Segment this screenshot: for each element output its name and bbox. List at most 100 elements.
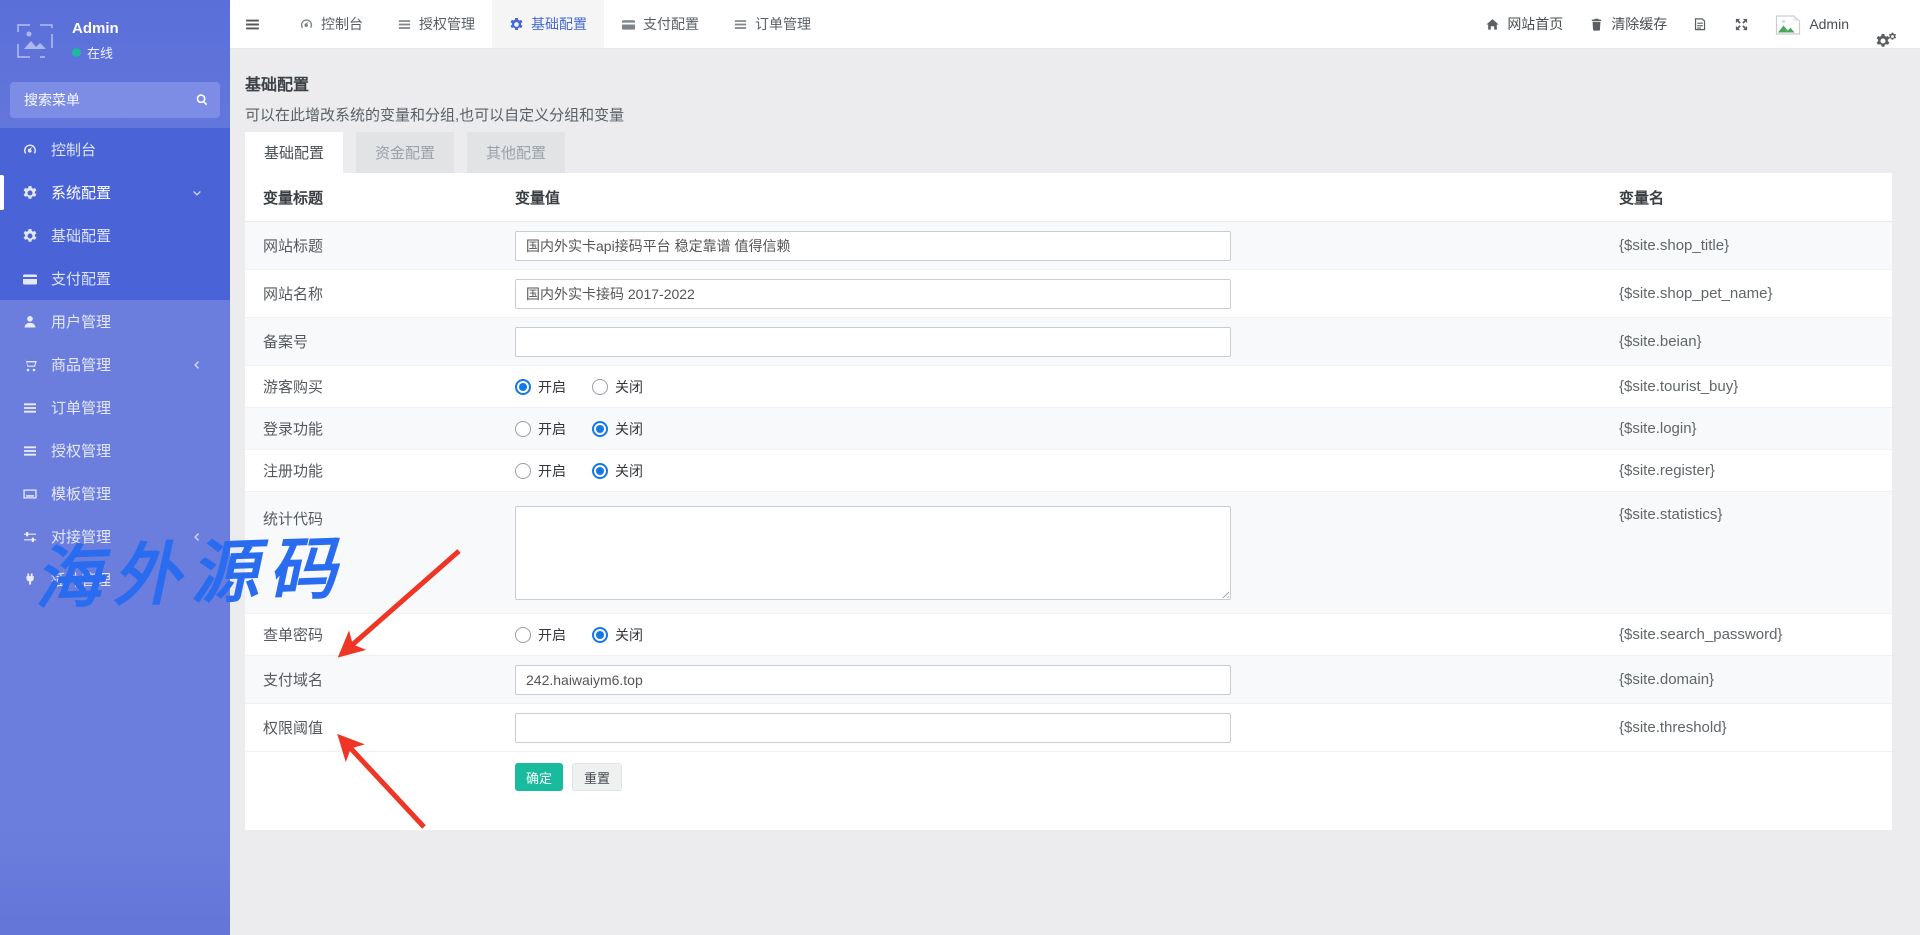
plug-icon <box>22 572 38 588</box>
page-subtitle: 可以在此增改系统的变量和分组,也可以自定义分组和变量 <box>245 104 624 125</box>
sidebar-item-系统配置[interactable]: 系统配置 <box>0 171 230 214</box>
config-tab-资金配置[interactable]: 资金配置 <box>356 132 454 173</box>
nav-tab-控制台[interactable]: 控制台 <box>282 0 380 48</box>
sidebar-item-label: 支付配置 <box>51 268 111 289</box>
radio-button[interactable] <box>515 463 531 479</box>
config-row-登录功能: 登录功能开启 关闭 {$site.login} <box>245 408 1892 450</box>
col-header-title: 变量标题 <box>245 187 515 208</box>
config-row-游客购买: 游客购买开启关闭{$site.tourist_buy} <box>245 366 1892 408</box>
field-input-备案号[interactable] <box>515 327 1231 357</box>
hamburger-icon <box>244 16 261 33</box>
page-title: 基础配置 <box>245 71 624 95</box>
credit-card-icon <box>621 17 636 32</box>
template-icon <box>22 486 38 502</box>
sidebar-item-对接管理[interactable]: 对接管理 <box>0 515 230 558</box>
chevron-left-icon <box>191 531 203 543</box>
radio-option-关闭[interactable]: 关闭 <box>592 461 643 481</box>
variable-name: {$site.shop_pet_name} <box>1619 285 1892 302</box>
list-icon <box>733 17 748 32</box>
field-label: 注册功能 <box>245 460 515 481</box>
radio-dot <box>596 631 604 639</box>
document-check-button[interactable] <box>1680 0 1721 49</box>
radio-option-关闭[interactable]: 关闭 <box>592 625 643 645</box>
radio-option-关闭[interactable]: 关闭 <box>592 419 643 439</box>
radio-button[interactable] <box>515 379 531 395</box>
site-home-link[interactable]: 网站首页 <box>1472 0 1576 49</box>
radio-option-开启[interactable]: 开启 <box>515 625 566 645</box>
search-icon[interactable] <box>194 92 209 107</box>
sidebar-item-授权管理[interactable]: 授权管理 <box>0 429 230 472</box>
radio-button[interactable] <box>592 421 608 437</box>
nav-tab-label: 控制台 <box>321 14 363 34</box>
navbar-tabs: 控制台 授权管理基础配置支付配置订单管理 <box>282 0 828 48</box>
radio-option-开启[interactable]: 开启 <box>515 377 566 397</box>
variable-name: {$site.shop_title} <box>1619 237 1892 254</box>
field-label: 登录功能 <box>245 418 515 439</box>
variable-name: {$site.statistics} <box>1619 492 1892 523</box>
clear-cache-link[interactable]: 清除缓存 <box>1576 0 1680 49</box>
config-row-网站名称: 网站名称{$site.shop_pet_name} <box>245 270 1892 318</box>
user-icon <box>22 314 38 330</box>
sidebar-item-模板管理[interactable]: 模板管理 <box>0 472 230 515</box>
menu-search-input[interactable] <box>10 82 220 118</box>
settings-button[interactable] <box>1862 0 1910 49</box>
nav-tab-基础配置[interactable]: 基础配置 <box>492 0 604 48</box>
gear-icon <box>509 17 524 32</box>
field-input-网站名称[interactable] <box>515 279 1231 309</box>
content-area: 基础配置 可以在此增改系统的变量和分组,也可以自定义分组和变量 基础配置资金配置… <box>230 49 1920 935</box>
radio-label: 关闭 <box>615 419 643 439</box>
sidebar-item-商品管理[interactable]: 商品管理 <box>0 343 230 386</box>
trash-icon <box>1589 17 1604 32</box>
credit-card-icon <box>22 271 38 287</box>
sidebar-item-插件管理[interactable]: 插件管理 <box>0 558 230 601</box>
sidebar-item-label: 控制台 <box>51 139 96 160</box>
sidebar-item-label: 用户管理 <box>51 311 111 332</box>
nav-tab-授权管理[interactable]: 授权管理 <box>380 0 492 48</box>
radio-option-关闭[interactable]: 关闭 <box>592 377 643 397</box>
textarea-wrap <box>515 506 1231 600</box>
config-row-注册功能: 注册功能开启 关闭 {$site.register} <box>245 450 1892 492</box>
radio-label: 开启 <box>538 377 566 397</box>
radio-option-开启[interactable]: 开启 <box>515 419 566 439</box>
nav-tab-支付配置[interactable]: 支付配置 <box>604 0 716 48</box>
radio-button[interactable] <box>592 627 608 643</box>
field-textarea-统计代码[interactable] <box>515 506 1231 600</box>
config-tab-其他配置[interactable]: 其他配置 <box>467 132 565 173</box>
config-tab-基础配置[interactable]: 基础配置 <box>245 132 343 173</box>
sidebar-item-订单管理[interactable]: 订单管理 <box>0 386 230 429</box>
form-footer: 确定 重置 <box>245 752 1892 802</box>
field-input-支付域名[interactable] <box>515 665 1231 695</box>
radio-option-开启[interactable]: 开启 <box>515 461 566 481</box>
sidebar-item-label: 对接管理 <box>51 526 111 547</box>
radio-button[interactable] <box>515 421 531 437</box>
field-value-cell <box>515 713 1619 743</box>
nav-tab-label: 授权管理 <box>419 14 475 34</box>
field-label: 统计代码 <box>245 492 515 529</box>
reset-button[interactable]: 重置 <box>572 763 622 791</box>
sidebar-item-控制台[interactable]: 控制台 <box>0 128 230 171</box>
nav-tab-订单管理[interactable]: 订单管理 <box>716 0 828 48</box>
field-input-权限阈值[interactable] <box>515 713 1231 743</box>
submit-button[interactable]: 确定 <box>515 763 563 791</box>
sidebar-item-基础配置[interactable]: 基础配置 <box>0 214 230 257</box>
col-header-name: 变量名 <box>1619 187 1892 208</box>
fullscreen-button[interactable] <box>1721 0 1762 49</box>
admin-user-menu[interactable]: Admin <box>1762 0 1862 49</box>
menu-toggle-button[interactable] <box>230 0 274 48</box>
gear-icon <box>22 228 38 244</box>
radio-button[interactable] <box>592 463 608 479</box>
radio-button[interactable] <box>592 379 608 395</box>
field-label: 权限阈值 <box>245 717 515 738</box>
radio-button[interactable] <box>515 627 531 643</box>
sidebar-item-用户管理[interactable]: 用户管理 <box>0 300 230 343</box>
radio-dot <box>596 425 604 433</box>
field-input-网站标题[interactable] <box>515 231 1231 261</box>
sidebar-item-label: 授权管理 <box>51 440 111 461</box>
config-row-网站标题: 网站标题{$site.shop_title} <box>245 222 1892 270</box>
variable-name: {$site.login} <box>1619 420 1892 437</box>
field-value-cell <box>515 665 1619 695</box>
chevron-down-icon <box>191 187 203 199</box>
sidebar-item-支付配置[interactable]: 支付配置 <box>0 257 230 300</box>
variable-name: {$site.register} <box>1619 462 1892 479</box>
config-group-tabs: 基础配置资金配置其他配置 <box>245 132 578 173</box>
